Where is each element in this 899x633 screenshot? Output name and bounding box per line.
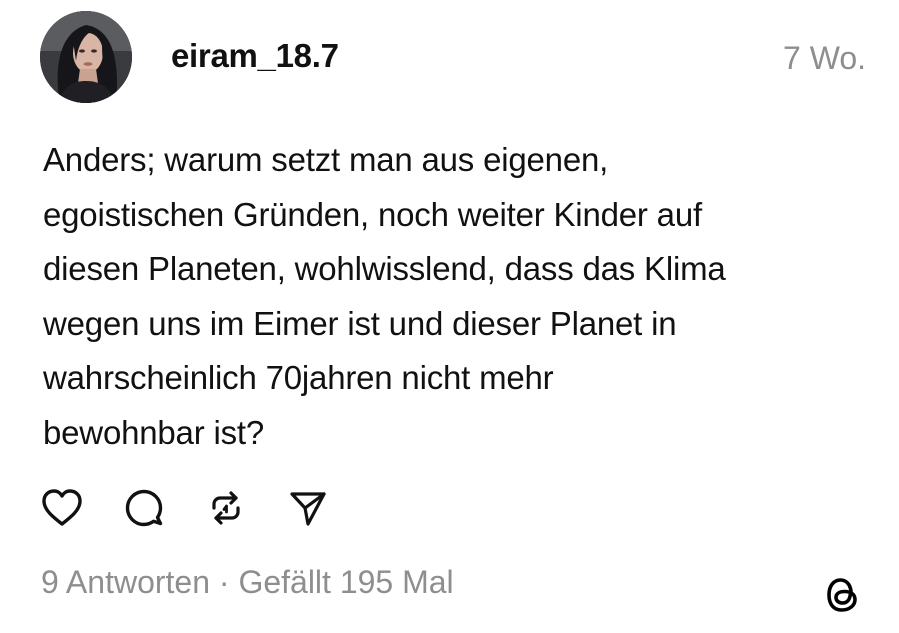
post-text-line: diesen Planeten, wohlwisslend, dass das … — [43, 250, 726, 287]
heart-icon — [42, 489, 82, 526]
avatar[interactable] — [40, 11, 132, 103]
repost-icon — [212, 491, 240, 525]
post-text-line: Anders; warum setzt man aus eigenen, — [43, 141, 609, 178]
reply-button[interactable] — [122, 486, 166, 530]
share-button[interactable] — [286, 486, 330, 530]
post-text-line: egoistischen Gründen, noch weiter Kinder… — [43, 195, 702, 233]
send-icon — [290, 492, 326, 526]
like-button[interactable] — [40, 486, 84, 530]
post-text-line: bewohnbar ist? — [43, 413, 265, 451]
author-username[interactable]: eiram_18.7 — [171, 36, 339, 76]
post-text-line: wahrscheinlich 70jahren nicht mehr — [43, 359, 554, 396]
likes-count-link[interactable]: Gefällt 195 Mal — [238, 564, 453, 600]
post-timestamp: 7 Wo. — [783, 40, 866, 76]
speech-bubble-icon — [125, 489, 163, 527]
threads-logo-icon[interactable] — [823, 573, 863, 617]
post-actions — [40, 486, 368, 530]
threads-post: eiram_18.7 7 Wo. Anders; warum setzt man… — [0, 0, 899, 633]
replies-count-link[interactable]: 9 Antworten — [41, 564, 210, 600]
repost-button[interactable] — [204, 486, 248, 530]
post-text-line: wegen uns im Eimer ist und dieser Planet… — [43, 304, 677, 342]
profile-photo — [40, 11, 132, 103]
stats-separator: · — [210, 564, 239, 600]
post-text: Anders; warum setzt man aus eigenen, ego… — [43, 133, 873, 460]
post-stats: 9 Antworten · Gefällt 195 Mal — [41, 562, 454, 602]
